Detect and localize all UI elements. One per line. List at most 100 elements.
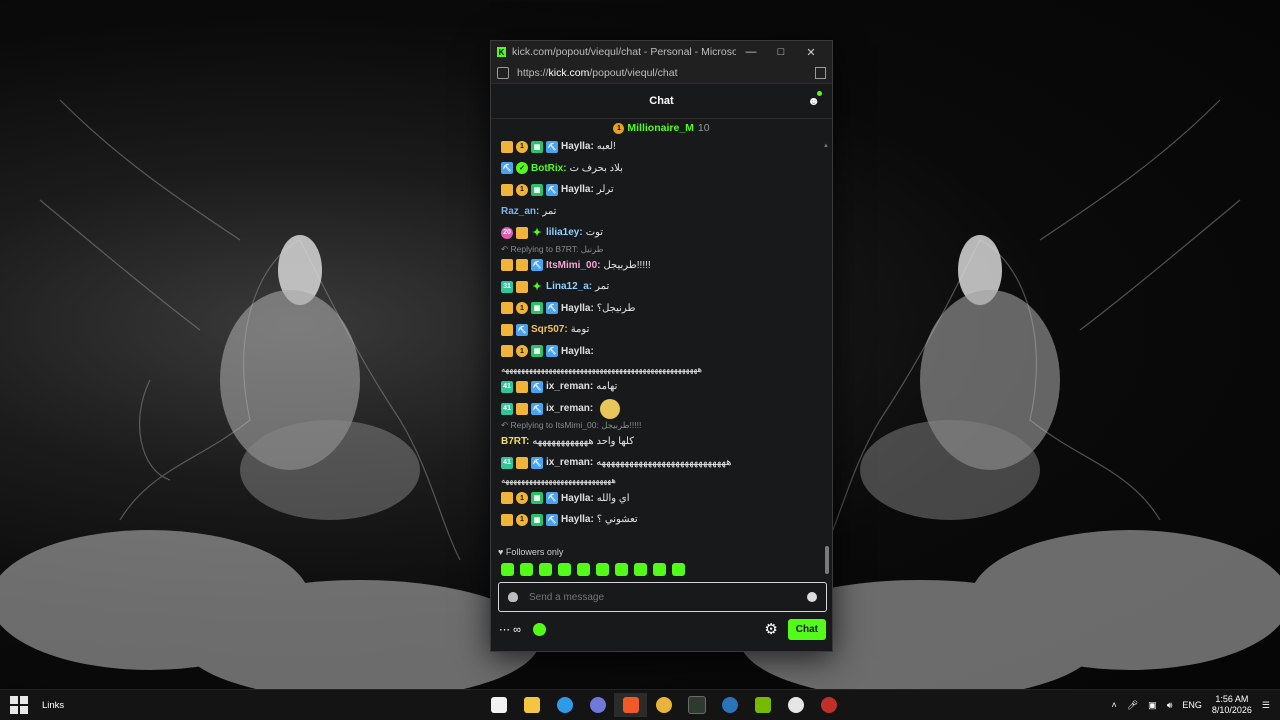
chat-username[interactable]: Haylla: bbox=[561, 303, 594, 314]
chat-input-box[interactable] bbox=[498, 582, 827, 612]
chat-username[interactable]: Sqr507: bbox=[531, 324, 568, 335]
chat-message[interactable]: 1 ▦ ⛏ Haylla: اي والله bbox=[501, 488, 822, 510]
emote-icon[interactable] bbox=[615, 563, 628, 576]
edge-icon[interactable] bbox=[548, 693, 581, 717]
chat-username[interactable]: ix_reman: bbox=[546, 381, 593, 392]
notification-icon[interactable]: ☰ bbox=[1262, 700, 1270, 711]
emote-icon[interactable] bbox=[634, 563, 647, 576]
reader-mode-icon[interactable] bbox=[815, 67, 826, 79]
star-badge-icon: ✦ bbox=[532, 281, 542, 294]
emote-icon[interactable] bbox=[558, 563, 571, 576]
site-info-icon[interactable] bbox=[497, 67, 509, 79]
window-title: kick.com/popout/viequl/chat - Personal -… bbox=[512, 46, 736, 58]
chat-message[interactable]: 20 ✦ lilia1ey: توت bbox=[501, 222, 822, 244]
reply-text: Replying to B7RT: طرنيل bbox=[510, 243, 604, 254]
chat-username[interactable]: lilia1ey: bbox=[546, 227, 583, 238]
links-toolbar[interactable]: Links bbox=[42, 700, 64, 711]
close-icon[interactable]: ✕ bbox=[796, 46, 826, 59]
chat-message[interactable]: 1 ▦ ⛏ Haylla: طرنيجل؟ bbox=[501, 298, 822, 320]
pickaxe-badge-icon: ⛏ bbox=[546, 140, 558, 153]
chat-message[interactable]: B7RT: كلها واحد ههههههههههههه bbox=[501, 431, 822, 453]
file-explorer-icon[interactable] bbox=[515, 693, 548, 717]
address-bar[interactable]: https://kick.com/popout/viequl/chat bbox=[491, 63, 832, 84]
emote-icon[interactable] bbox=[672, 563, 685, 576]
minimize-icon[interactable]: — bbox=[736, 46, 766, 58]
record-app-icon[interactable] bbox=[812, 693, 845, 717]
kick-rewards-icon[interactable] bbox=[532, 622, 546, 636]
chevron-up-icon[interactable]: ˄ bbox=[1111, 700, 1116, 710]
chat-message-input[interactable] bbox=[527, 590, 807, 604]
logitech-icon[interactable] bbox=[779, 693, 812, 717]
top-gifter-bar[interactable]: 1 Millionaire_M 10 bbox=[491, 119, 832, 137]
clock-time: 1:56 AM bbox=[1215, 694, 1249, 704]
chat-username[interactable]: ix_reman: bbox=[546, 403, 593, 414]
chat-message[interactable]: Raz_an: تمر bbox=[501, 201, 822, 223]
chat-message[interactable]: 41 ⛏ ix_reman: bbox=[501, 398, 822, 420]
window-titlebar[interactable]: K kick.com/popout/viequl/chat - Personal… bbox=[491, 41, 832, 63]
emote-icon[interactable] bbox=[577, 563, 590, 576]
clock-date: 8/10/2026 bbox=[1211, 705, 1252, 715]
emote-icon[interactable] bbox=[596, 563, 609, 576]
pickaxe-badge-icon: ⛏ bbox=[531, 402, 543, 415]
language-indicator[interactable]: ENG bbox=[1182, 700, 1202, 710]
subscriber-badge-icon: 41 bbox=[501, 456, 513, 469]
brave-icon[interactable] bbox=[614, 693, 647, 717]
network-icon[interactable]: ▣ bbox=[1148, 700, 1157, 711]
emote-icon[interactable] bbox=[501, 563, 514, 576]
clock[interactable]: 1:56 AM 8/10/2026 bbox=[1212, 694, 1252, 716]
nvidia-icon[interactable] bbox=[746, 693, 779, 717]
chat-username[interactable]: Haylla: bbox=[561, 514, 594, 525]
emote-icon[interactable] bbox=[520, 563, 533, 576]
reply-context[interactable]: ↶ Replying to B7RT: طرنيل bbox=[501, 244, 822, 255]
url-text[interactable]: https://kick.com/popout/viequl/chat bbox=[517, 67, 815, 79]
store-app-icon[interactable] bbox=[482, 693, 515, 717]
chat-message[interactable]: ⛏ ItsMimi_00: طربيجل!!!!! bbox=[501, 255, 822, 277]
chat-username[interactable]: Haylla: bbox=[561, 493, 594, 504]
volume-icon[interactable]: 🔊︎ bbox=[1167, 700, 1173, 711]
coin-badge-icon: 1 bbox=[516, 302, 528, 315]
chat-username[interactable]: Raz_an: bbox=[501, 206, 539, 217]
chat-username[interactable]: ItsMimi_00: bbox=[546, 260, 600, 271]
emote-icon[interactable] bbox=[653, 563, 666, 576]
gear-icon[interactable]: ⚙ bbox=[764, 620, 777, 638]
emote-icon[interactable] bbox=[539, 563, 552, 576]
coin-badge-icon: 1 bbox=[516, 513, 528, 526]
chat-username[interactable]: Haylla: bbox=[561, 184, 594, 195]
chat-message[interactable]: 41 ⛏ ix_reman: ههههههههههههههههههههههههههه… bbox=[501, 452, 822, 474]
chat-username[interactable]: Haylla: bbox=[561, 141, 594, 152]
steam-icon[interactable] bbox=[713, 693, 746, 717]
microphone-icon[interactable]: 🎤︎ bbox=[1127, 700, 1138, 711]
taskbar: Links ˄ 🎤︎ ▣ 🔊︎ ENG 1:56 AM 8/10/2026 ☰ bbox=[0, 689, 1280, 720]
maximize-icon[interactable]: □ bbox=[766, 46, 796, 58]
chat-message[interactable]: ⛏ ✓ BotRix: بلاد بحرف ت bbox=[501, 158, 822, 180]
chat-message[interactable]: 1 ▦ ⛏ Haylla: bbox=[501, 341, 822, 363]
terminal-icon[interactable] bbox=[680, 693, 713, 717]
chat-username[interactable]: Lina12_a: bbox=[546, 281, 592, 292]
chat-username[interactable]: Haylla: bbox=[561, 346, 594, 357]
crown-badge-icon bbox=[501, 345, 513, 358]
chat-message[interactable]: 1 ▦ ⛏ Haylla: تعشوني ؟ bbox=[501, 509, 822, 531]
chat-username[interactable]: BotRix: bbox=[531, 163, 567, 174]
chat-message-list[interactable]: 1 ▦ ⛏ Haylla: لعبه! ⛏ ✓ BotRix: بلاد بحرف ت 1… bbox=[491, 136, 832, 536]
users-icon[interactable]: ☻ bbox=[807, 94, 820, 108]
discord-icon[interactable] bbox=[581, 693, 614, 717]
chrome-icon[interactable] bbox=[647, 693, 680, 717]
chat-message[interactable]: 41 ⛏ ix_reman: تهامه bbox=[501, 376, 822, 398]
chat-scrollbar[interactable] bbox=[825, 546, 829, 574]
pickaxe-badge-icon: ⛏ bbox=[501, 162, 513, 175]
chat-username[interactable]: B7RT: bbox=[501, 436, 529, 447]
subscriber-badge-icon: 41 bbox=[501, 402, 513, 415]
chat-message[interactable]: 31 ✦ Lina12_a: تمر bbox=[501, 276, 822, 298]
online-dot-icon bbox=[817, 91, 822, 96]
chat-message[interactable]: 1 ▦ ⛏ Haylla: لعبه! bbox=[501, 136, 822, 158]
emoji-picker-icon[interactable] bbox=[807, 592, 817, 602]
send-chat-button[interactable]: Chat bbox=[787, 618, 826, 640]
chat-message[interactable]: 1 ▦ ⛏ Haylla: ترلر bbox=[501, 179, 822, 201]
channel-points[interactable]: ⋯ ∞ bbox=[499, 623, 521, 636]
scroll-up-icon[interactable]: ▲ bbox=[823, 143, 829, 149]
chat-text: تمر bbox=[542, 205, 557, 217]
chat-message[interactable]: ⛏ Sqr507: تومة bbox=[501, 319, 822, 341]
chat-username[interactable]: ix_reman: bbox=[546, 457, 593, 468]
reply-context[interactable]: ↶ Replying to ItsMimi_00: طربيجل!!!!! bbox=[501, 420, 822, 431]
windows-start-icon[interactable] bbox=[10, 696, 28, 714]
